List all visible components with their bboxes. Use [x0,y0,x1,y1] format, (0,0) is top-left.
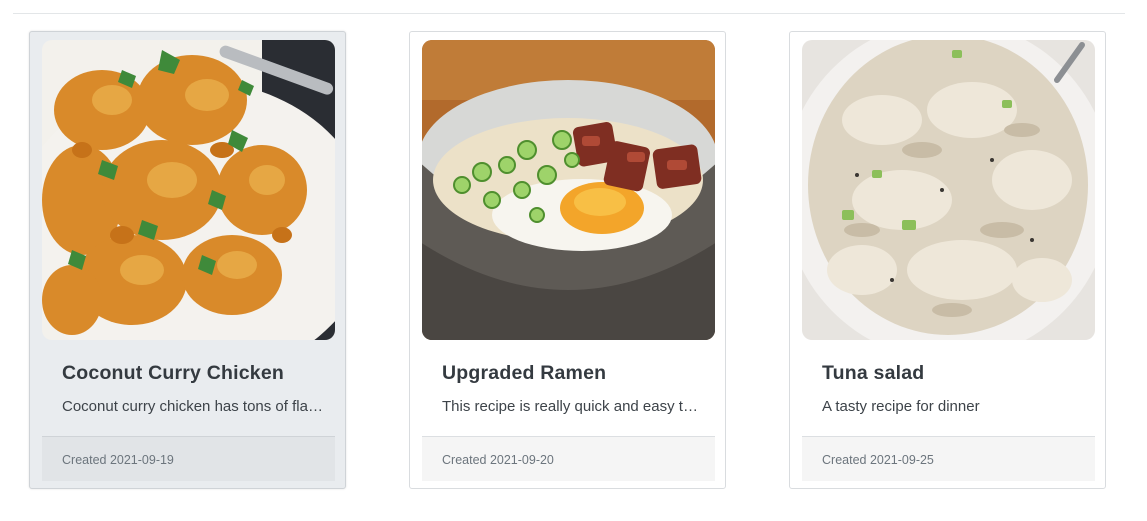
recipe-image-ramen[interactable] [422,40,715,340]
recipe-description: Coconut curry chicken has tons of flavor… [62,398,324,415]
recipe-card[interactable]: Upgraded Ramen This recipe is really qui… [409,31,726,489]
recipe-card[interactable]: Tuna salad A tasty recipe for dinner Cre… [789,31,1106,489]
recipe-card[interactable]: Coconut Curry Chicken Coconut curry chic… [29,31,346,489]
recipe-title[interactable]: Upgraded Ramen [442,362,606,385]
created-date: Created 2021-09-19 [62,453,174,467]
recipe-title[interactable]: Tuna salad [822,362,924,385]
created-date: Created 2021-09-25 [822,453,934,467]
recipe-description: This recipe is really quick and easy to … [442,398,704,415]
recipe-description: A tasty recipe for dinner [822,398,980,415]
card-footer: Created 2021-09-19 [42,436,335,481]
card-footer: Created 2021-09-25 [802,436,1095,481]
top-divider [13,13,1125,14]
recipe-image-curry-chicken[interactable] [42,40,335,340]
recipe-title[interactable]: Coconut Curry Chicken [62,362,284,385]
card-footer: Created 2021-09-20 [422,436,715,481]
created-date: Created 2021-09-20 [442,453,554,467]
recipe-image-tuna-salad[interactable] [802,40,1095,340]
